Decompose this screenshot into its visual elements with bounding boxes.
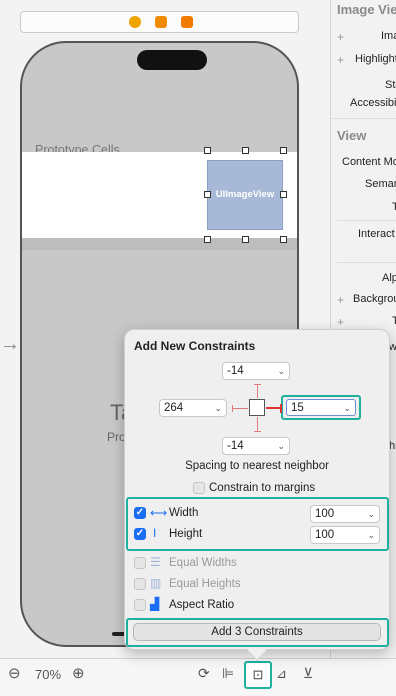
add-constraints-button[interactable]: Add 3 Constraints: [133, 623, 381, 641]
add-variation-icon[interactable]: +: [337, 30, 344, 44]
equal-widths-label: Equal Widths: [169, 557, 237, 569]
add-variation-icon[interactable]: +: [337, 293, 344, 307]
resolve-issues-icon[interactable]: ⊿: [276, 666, 287, 682]
resize-handle-tr[interactable]: [280, 147, 287, 154]
zoom-in-icon[interactable]: ⊕: [72, 664, 85, 682]
height-checkbox[interactable]: ✓: [134, 528, 146, 540]
resize-handle-bl[interactable]: [204, 236, 211, 243]
section-title-image-view: Image Vie: [337, 2, 396, 17]
dynamic-island: [137, 50, 207, 70]
image-field-label: Ima: [381, 30, 396, 42]
view-controller-icon[interactable]: [129, 16, 141, 28]
spacing-to-neighbor-label: Spacing to nearest neighbor: [185, 460, 329, 472]
equal-heights-checkbox[interactable]: [134, 578, 146, 590]
leading-strut[interactable]: [232, 408, 248, 409]
add-variation-icon[interactable]: +: [337, 315, 344, 329]
equal-widths-checkbox[interactable]: [134, 557, 146, 569]
inspector-partial-label: hi: [389, 440, 396, 452]
equal-widths-icon: ☰: [150, 555, 161, 569]
aspect-ratio-checkbox[interactable]: [134, 599, 146, 611]
bottom-spacing-value: -14: [227, 440, 244, 452]
resize-handle-tl[interactable]: [204, 147, 211, 154]
alpha-label: Alp: [382, 272, 396, 284]
chevron-down-icon: ⌄: [214, 403, 222, 413]
align-icon[interactable]: ⊫: [222, 665, 234, 682]
background-label: Backgrou: [353, 293, 396, 305]
highlighted-field-label: Highlight: [355, 53, 396, 65]
bottom-spacing-dropdown[interactable]: -14 ⌄: [222, 437, 290, 455]
chevron-down-icon: ⌄: [277, 441, 285, 451]
bottom-strut-cap: [254, 431, 261, 432]
width-icon: ⟷: [150, 506, 168, 520]
height-value: 100: [315, 529, 335, 541]
top-spacing-value: -14: [227, 365, 244, 377]
canvas-bottom-bar: ⊖ 70% ⊕ ⟳ ⊫ ⊿ ⊻: [0, 658, 396, 696]
top-strut-cap: [254, 384, 261, 385]
exit-icon[interactable]: [181, 16, 193, 28]
chevron-down-icon: ⌄: [367, 530, 375, 540]
add-new-constraints-button[interactable]: ⊡: [244, 661, 272, 689]
content-mode-label: Content Mo: [342, 156, 396, 168]
chevron-down-icon: ⌄: [277, 366, 285, 376]
constrain-to-margins-checkbox[interactable]: [193, 482, 205, 494]
trailing-spacing-value: 15: [291, 402, 304, 414]
divider: [331, 118, 396, 119]
cell-separator: [22, 238, 297, 250]
height-icon: I: [153, 526, 157, 540]
semantic-label: Seman: [365, 178, 396, 190]
trailing-strut-active[interactable]: [266, 407, 281, 409]
trailing-strut-cap: [280, 404, 282, 413]
chevron-down-icon: ⌄: [367, 509, 375, 519]
top-strut[interactable]: [257, 384, 258, 398]
resize-handle-br[interactable]: [280, 236, 287, 243]
image-view-label: UIImageView: [215, 189, 275, 200]
inspector-partial-label: wi: [389, 341, 396, 353]
update-frames-icon[interactable]: ⟳: [198, 665, 210, 682]
tint-label: T: [392, 315, 396, 327]
zoom-out-icon[interactable]: ⊖: [8, 664, 21, 682]
leading-spacing-value: 264: [164, 402, 184, 414]
resize-handle-ml[interactable]: [204, 191, 211, 198]
zoom-level[interactable]: 70%: [35, 667, 61, 682]
width-value: 100: [315, 508, 335, 520]
tag-label: T: [392, 201, 396, 213]
divider: [337, 262, 396, 263]
aspect-ratio-label: Aspect Ratio: [169, 599, 235, 611]
width-checkbox[interactable]: ✓: [134, 507, 146, 519]
resize-handle-tm[interactable]: [242, 147, 249, 154]
height-label: Height: [169, 528, 203, 540]
accessibility-field-label: Accessibi: [350, 97, 396, 109]
width-value-dropdown[interactable]: 100 ⌄: [310, 505, 380, 523]
embed-in-icon[interactable]: ⊻: [303, 665, 313, 682]
resize-handle-mr[interactable]: [280, 191, 287, 198]
width-label: Width: [169, 507, 199, 519]
leading-strut-cap: [232, 405, 233, 412]
trailing-spacing-dropdown[interactable]: 15 ⌄: [286, 399, 356, 416]
constraint-center-box: [249, 399, 265, 416]
bottom-strut[interactable]: [257, 417, 258, 432]
entry-point-arrow-icon: →: [0, 333, 20, 355]
first-responder-icon[interactable]: [155, 16, 167, 28]
leading-spacing-dropdown[interactable]: 264 ⌄: [159, 399, 227, 417]
popover-title: Add New Constraints: [134, 339, 256, 353]
scene-dock: [20, 11, 299, 33]
height-value-dropdown[interactable]: 100 ⌄: [310, 526, 380, 544]
section-title-view: View: [337, 128, 367, 143]
constrain-to-margins-label: Constrain to margins: [209, 482, 316, 494]
equal-heights-icon: ▥: [150, 576, 162, 590]
table-placeholder-subtitle: Pro: [107, 430, 126, 444]
aspect-ratio-icon: ▟: [150, 597, 160, 611]
equal-heights-label: Equal Heights: [169, 578, 241, 590]
chevron-down-icon: ⌄: [343, 403, 351, 413]
top-spacing-dropdown[interactable]: -14 ⌄: [222, 362, 290, 380]
state-field-label: Sta: [385, 79, 396, 91]
add-variation-icon[interactable]: +: [337, 53, 344, 67]
divider: [337, 220, 396, 221]
resize-handle-bm[interactable]: [242, 236, 249, 243]
interaction-label: Interact: [358, 228, 395, 240]
